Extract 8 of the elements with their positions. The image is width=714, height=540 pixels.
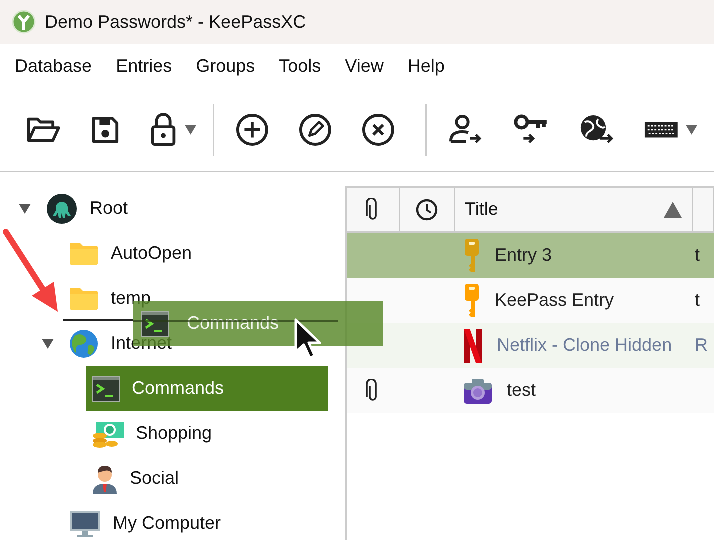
window-title: Demo Passwords* - KeePassXC (45, 12, 306, 32)
table-cell: t (695, 245, 700, 266)
entry-title: KeePass Entry (495, 290, 614, 311)
entry-title: test (507, 380, 536, 401)
entry-title: Netflix - Clone Hidden (497, 335, 672, 356)
entry-title: Entry 3 (495, 245, 552, 266)
table-cell: t (695, 290, 700, 311)
table-cell: R (695, 335, 708, 356)
